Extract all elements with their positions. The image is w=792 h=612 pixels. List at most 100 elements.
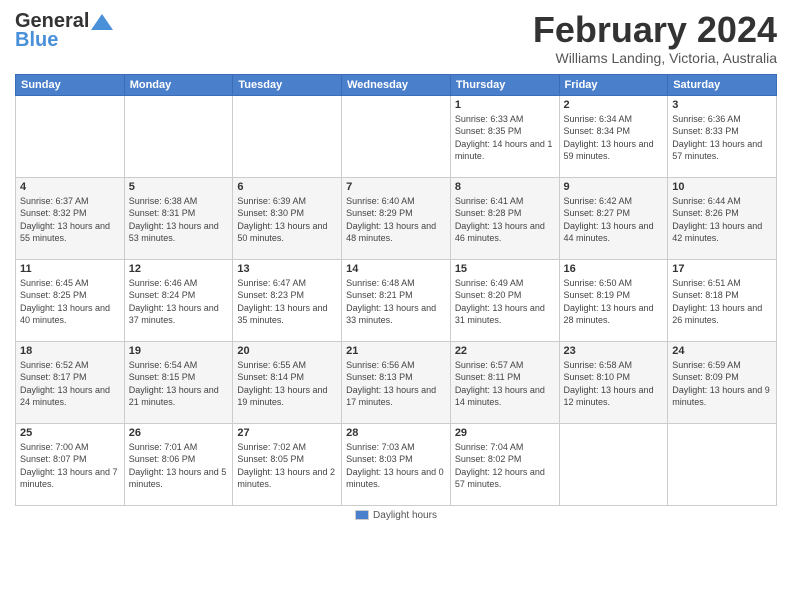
calendar-week-row: 25Sunrise: 7:00 AM Sunset: 8:07 PM Dayli… [16,423,777,505]
calendar-day-cell [668,423,777,505]
day-number: 18 [20,345,120,357]
day-info: Sunrise: 6:59 AM Sunset: 8:09 PM Dayligh… [672,359,772,409]
calendar-day-cell [559,423,668,505]
day-info: Sunrise: 7:04 AM Sunset: 8:02 PM Dayligh… [455,441,555,491]
calendar-day-cell: 9 Sunrise: 6:42 AM Sunset: 8:27 PM Daylig… [559,177,668,259]
calendar-day-cell [16,95,125,177]
day-info: Sunrise: 6:37 AM Sunset: 8:32 PM Dayligh… [20,195,120,245]
calendar-day-cell: 5 Sunrise: 6:38 AM Sunset: 8:31 PM Daylig… [124,177,233,259]
day-info: Sunrise: 6:41 AM Sunset: 8:28 PM Dayligh… [455,195,555,245]
day-number: 10 [672,181,772,193]
calendar-day-cell: 3Sunrise: 6:36 AM Sunset: 8:33 PM Daylig… [668,95,777,177]
day-info: Sunrise: 6:50 AM Sunset: 8:19 PM Dayligh… [564,277,664,327]
day-info: Sunrise: 6:38 AM Sunset: 8:31 PM Dayligh… [129,195,229,245]
month-title: February 2024 [533,10,777,50]
day-number: 20 [237,345,337,357]
calendar-body: 1Sunrise: 6:33 AM Sunset: 8:35 PM Daylig… [16,95,777,505]
calendar-header-cell: Sunday [16,74,125,95]
footer: Daylight hours [15,510,777,521]
calendar-day-cell: 21 Sunrise: 6:56 AM Sunset: 8:13 PM Dayli… [342,341,451,423]
logo-blue: Blue [15,29,58,52]
day-number: 9 [564,181,664,193]
day-number: 14 [346,263,446,275]
calendar-day-cell [342,95,451,177]
day-number: 4 [20,181,120,193]
legend-item: Daylight hours [355,510,437,521]
day-number: 5 [129,181,229,193]
calendar-day-cell: 28 Sunrise: 7:03 AM Sunset: 8:03 PM Dayli… [342,423,451,505]
calendar-day-cell: 4 Sunrise: 6:37 AM Sunset: 8:32 PM Daylig… [16,177,125,259]
calendar-day-cell: 22Sunrise: 6:57 AM Sunset: 8:11 PM Dayli… [450,341,559,423]
day-number: 19 [129,345,229,357]
day-info: Sunrise: 6:44 AM Sunset: 8:26 PM Dayligh… [672,195,772,245]
calendar-header-row: SundayMondayTuesdayWednesdayThursdayFrid… [16,74,777,95]
calendar-day-cell: 24 Sunrise: 6:59 AM Sunset: 8:09 PM Dayli… [668,341,777,423]
day-number: 15 [455,263,555,275]
calendar-day-cell: 14 Sunrise: 6:48 AM Sunset: 8:21 PM Dayli… [342,259,451,341]
calendar-day-cell: 16 Sunrise: 6:50 AM Sunset: 8:19 PM Dayli… [559,259,668,341]
day-info: Sunrise: 7:02 AM Sunset: 8:05 PM Dayligh… [237,441,337,491]
day-number: 1 [455,99,555,111]
calendar-day-cell: 12 Sunrise: 6:46 AM Sunset: 8:24 PM Dayli… [124,259,233,341]
day-info: Sunrise: 6:51 AM Sunset: 8:18 PM Dayligh… [672,277,772,327]
day-info: Sunrise: 6:56 AM Sunset: 8:13 PM Dayligh… [346,359,446,409]
day-number: 26 [129,427,229,439]
calendar-day-cell: 11 Sunrise: 6:45 AM Sunset: 8:25 PM Dayli… [16,259,125,341]
page: General Blue February 2024 Williams Land… [0,0,792,612]
calendar-day-cell: 20 Sunrise: 6:55 AM Sunset: 8:14 PM Dayli… [233,341,342,423]
day-number: 23 [564,345,664,357]
calendar-day-cell: 7 Sunrise: 6:40 AM Sunset: 8:29 PM Daylig… [342,177,451,259]
day-number: 7 [346,181,446,193]
day-info: Sunrise: 6:55 AM Sunset: 8:14 PM Dayligh… [237,359,337,409]
day-number: 24 [672,345,772,357]
day-number: 13 [237,263,337,275]
day-info: Sunrise: 6:52 AM Sunset: 8:17 PM Dayligh… [20,359,120,409]
calendar-day-cell: 27Sunrise: 7:02 AM Sunset: 8:05 PM Dayli… [233,423,342,505]
legend-label: Daylight hours [373,510,437,521]
day-info: Sunrise: 6:46 AM Sunset: 8:24 PM Dayligh… [129,277,229,327]
day-info: Sunrise: 6:40 AM Sunset: 8:29 PM Dayligh… [346,195,446,245]
calendar-header-cell: Saturday [668,74,777,95]
day-number: 21 [346,345,446,357]
day-info: Sunrise: 6:45 AM Sunset: 8:25 PM Dayligh… [20,277,120,327]
day-info: Sunrise: 7:01 AM Sunset: 8:06 PM Dayligh… [129,441,229,491]
day-info: Sunrise: 6:48 AM Sunset: 8:21 PM Dayligh… [346,277,446,327]
calendar-header-cell: Monday [124,74,233,95]
calendar-day-cell: 26 Sunrise: 7:01 AM Sunset: 8:06 PM Dayli… [124,423,233,505]
day-number: 29 [455,427,555,439]
calendar-header-cell: Friday [559,74,668,95]
day-number: 16 [564,263,664,275]
calendar-table: SundayMondayTuesdayWednesdayThursdayFrid… [15,74,777,506]
day-number: 6 [237,181,337,193]
calendar-day-cell: 17 Sunrise: 6:51 AM Sunset: 8:18 PM Dayli… [668,259,777,341]
calendar-day-cell: 25Sunrise: 7:00 AM Sunset: 8:07 PM Dayli… [16,423,125,505]
calendar-header-cell: Thursday [450,74,559,95]
calendar-day-cell: 29 Sunrise: 7:04 AM Sunset: 8:02 PM Dayli… [450,423,559,505]
calendar-day-cell [124,95,233,177]
day-info: Sunrise: 6:49 AM Sunset: 8:20 PM Dayligh… [455,277,555,327]
calendar-header-cell: Wednesday [342,74,451,95]
day-number: 25 [20,427,120,439]
day-number: 11 [20,263,120,275]
day-number: 17 [672,263,772,275]
logo: General Blue [15,10,113,52]
day-number: 28 [346,427,446,439]
header: General Blue February 2024 Williams Land… [15,10,777,66]
day-info: Sunrise: 6:39 AM Sunset: 8:30 PM Dayligh… [237,195,337,245]
day-info: Sunrise: 6:54 AM Sunset: 8:15 PM Dayligh… [129,359,229,409]
day-info: Sunrise: 6:42 AM Sunset: 8:27 PM Dayligh… [564,195,664,245]
day-number: 3 [672,99,772,111]
calendar-day-cell: 13Sunrise: 6:47 AM Sunset: 8:23 PM Dayli… [233,259,342,341]
day-info: Sunrise: 6:57 AM Sunset: 8:11 PM Dayligh… [455,359,555,409]
calendar-day-cell: 19 Sunrise: 6:54 AM Sunset: 8:15 PM Dayli… [124,341,233,423]
calendar-day-cell: 15 Sunrise: 6:49 AM Sunset: 8:20 PM Dayli… [450,259,559,341]
day-info: Sunrise: 7:03 AM Sunset: 8:03 PM Dayligh… [346,441,446,491]
day-info: Sunrise: 6:34 AM Sunset: 8:34 PM Dayligh… [564,113,664,163]
calendar-week-row: 18 Sunrise: 6:52 AM Sunset: 8:17 PM Dayli… [16,341,777,423]
calendar-day-cell: 1Sunrise: 6:33 AM Sunset: 8:35 PM Daylig… [450,95,559,177]
calendar-day-cell: 8Sunrise: 6:41 AM Sunset: 8:28 PM Daylig… [450,177,559,259]
calendar-header-cell: Tuesday [233,74,342,95]
day-number: 12 [129,263,229,275]
legend-color-box [355,510,369,520]
day-number: 2 [564,99,664,111]
